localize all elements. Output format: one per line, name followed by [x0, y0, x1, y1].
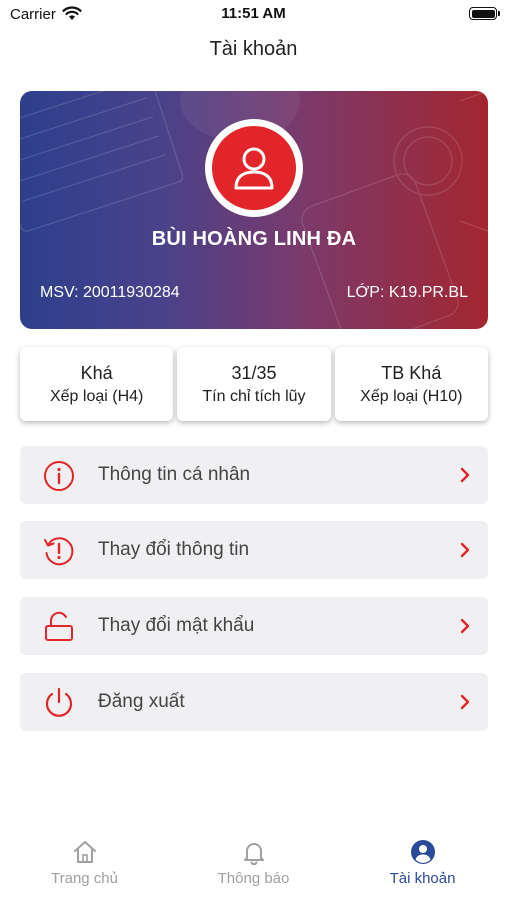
profile-card: BÙI HOÀNG LINH ĐA MSV: 20011930284 LỚP: … [20, 91, 488, 329]
tab-label: Tài khoản [389, 870, 456, 887]
account-icon [410, 840, 435, 864]
power-icon [45, 687, 73, 717]
stat-value: 31/35 [231, 362, 277, 383]
unlock-icon [45, 611, 73, 641]
menu-change-info[interactable]: Thay đổi thông tin [20, 521, 488, 579]
stat-label: Xếp loại (H4) [49, 387, 144, 405]
stat-value: Khá [80, 362, 113, 383]
home-icon [73, 841, 96, 863]
menu-label: Thay đổi mật khẩu [98, 615, 255, 636]
menu-label: Thông tin cá nhân [98, 464, 251, 485]
info-icon [44, 461, 74, 491]
stat-credits: 31/35 Tín chỉ tích lũy [177, 347, 331, 421]
menu-change-password[interactable]: Thay đổi mật khẩu [20, 597, 488, 655]
tab-notifications[interactable]: Thông báo [169, 830, 338, 900]
menu-label: Đăng xuất [98, 691, 185, 712]
menu-logout[interactable]: Đăng xuất [20, 673, 488, 731]
avatar[interactable] [205, 119, 303, 217]
chevron-right-icon [460, 467, 470, 483]
clock: 11:51 AM [221, 5, 286, 22]
menu-personal-info[interactable]: Thông tin cá nhân [20, 446, 488, 504]
chevron-right-icon [460, 694, 470, 710]
stat-label: Xếp loại (H10) [360, 387, 463, 405]
stat-label: Tín chỉ tích lũy [202, 387, 306, 405]
stats-row: Khá Xếp loại (H4) 31/35 Tín chỉ tích lũy… [20, 347, 488, 421]
student-class: LỚP: K19.PR.BL [346, 284, 468, 301]
tab-bar: Trang chủ Thông báo Tài khoản [0, 830, 507, 900]
chevron-right-icon [460, 618, 470, 634]
menu-label: Thay đổi thông tin [98, 539, 250, 560]
history-alert-icon [44, 537, 74, 566]
tab-label: Thông báo [217, 870, 290, 887]
chevron-right-icon [460, 542, 470, 558]
tab-home[interactable]: Trang chủ [0, 830, 169, 900]
user-icon [234, 147, 274, 190]
stat-classification-h10: TB Khá Xếp loại (H10) [334, 347, 488, 421]
tab-account[interactable]: Tài khoản [338, 830, 507, 900]
tab-label: Trang chủ [51, 870, 118, 887]
bell-icon [243, 843, 264, 866]
stat-classification-h4: Khá Xếp loại (H4) [20, 347, 174, 421]
battery-icon [469, 7, 500, 20]
student-id: MSV: 20011930284 [40, 284, 180, 301]
stat-value: TB Khá [381, 362, 442, 383]
student-name: BÙI HOÀNG LINH ĐA [151, 228, 357, 250]
page-title: Tài khoản [209, 38, 298, 60]
status-bar: Carrier 11:51 AM [0, 0, 507, 30]
